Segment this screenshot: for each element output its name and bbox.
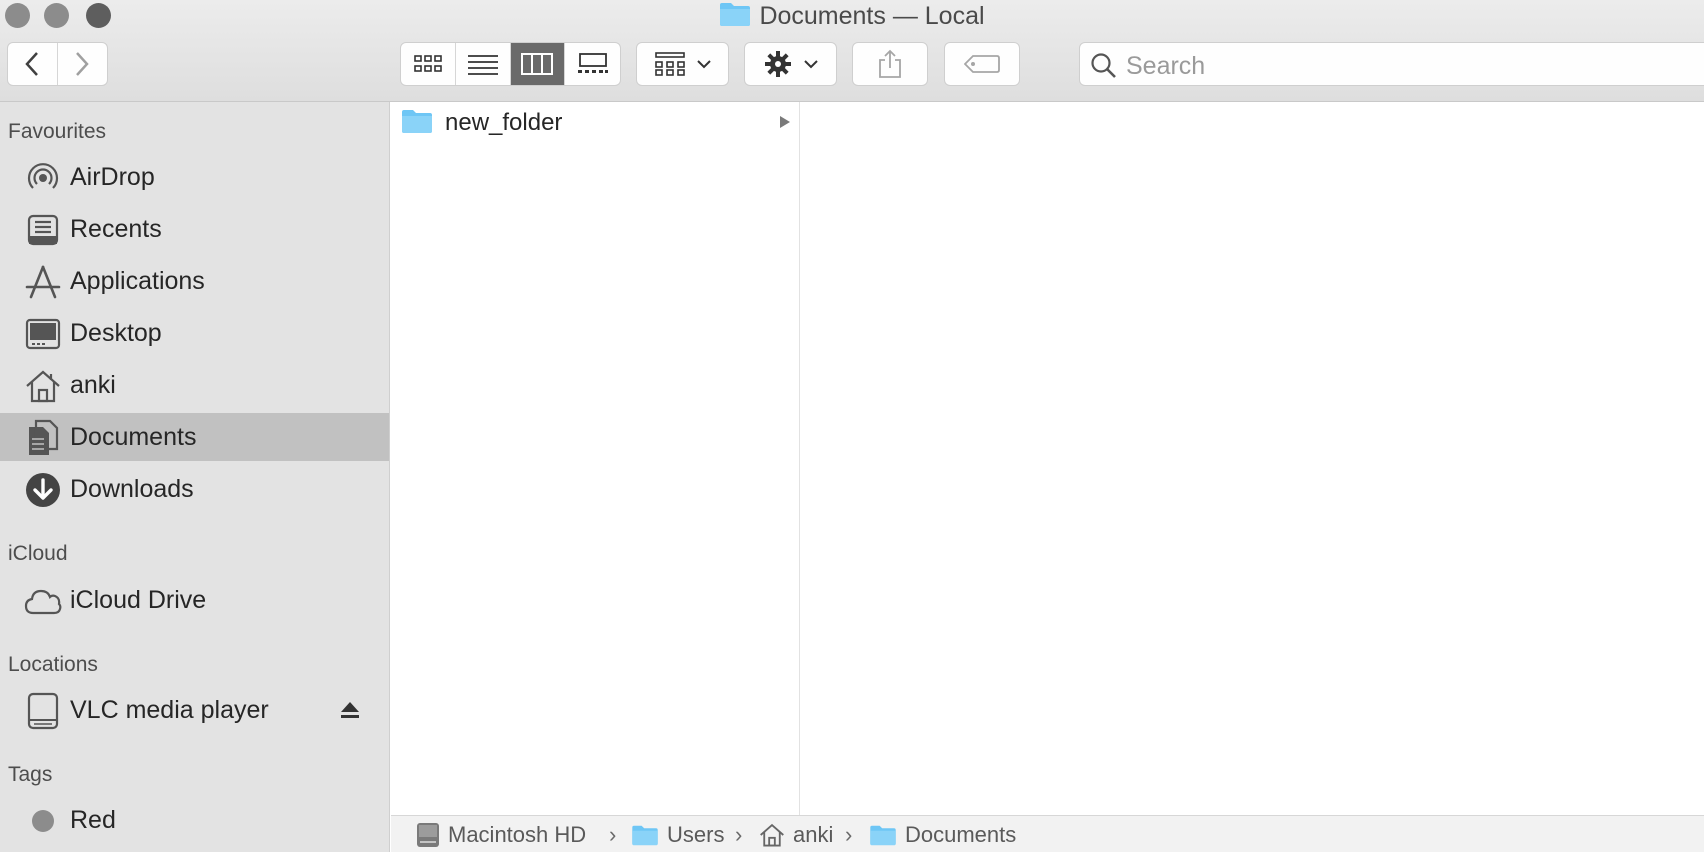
group-icon (654, 52, 685, 76)
columns-icon (521, 53, 554, 75)
path-item-documents[interactable]: Documents (869, 822, 1016, 848)
sidebar-item-label: iCloud Drive (70, 586, 207, 614)
list-item[interactable]: new_folder (401, 106, 791, 140)
column-view-button[interactable] (510, 43, 566, 85)
applications-icon (24, 265, 62, 299)
sidebar-item-label: anki (70, 371, 116, 399)
chevron-left-icon (25, 52, 39, 76)
folder-icon (719, 1, 751, 34)
sidebar-heading-favourites: Favourites (8, 120, 107, 143)
path-separator: › (609, 822, 617, 847)
eject-icon[interactable] (340, 700, 360, 725)
browser-column: new_folder (391, 102, 800, 815)
sidebar-item-recents[interactable]: Recents (0, 205, 389, 253)
sidebar-item-icloud-drive[interactable]: iCloud Drive (0, 576, 389, 624)
gallery-icon (577, 53, 608, 73)
list-view-button[interactable] (456, 43, 511, 85)
sidebar-item-label: VLC media player (70, 696, 269, 724)
home-icon (24, 369, 62, 403)
sidebar-heading-tags: Tags (8, 763, 53, 786)
sidebar-item-downloads[interactable]: Downloads (0, 465, 389, 513)
tag-icon (964, 55, 1000, 73)
sidebar-item-label: AirDrop (70, 163, 155, 191)
icon-view-button[interactable] (401, 43, 456, 85)
path-separator: › (845, 822, 853, 847)
sidebar-item-desktop[interactable]: Desktop (0, 309, 389, 357)
chevron-down-icon (803, 60, 818, 69)
folder-icon (870, 825, 896, 846)
sidebar-item-tag-red[interactable]: Red (0, 796, 389, 844)
folder-icon (632, 825, 658, 846)
path-item-macintosh-hd[interactable]: Macintosh HD (416, 822, 586, 848)
view-mode-control (400, 42, 621, 86)
chevron-right-icon (76, 52, 89, 76)
sidebar-item-airdrop[interactable]: AirDrop (0, 153, 389, 201)
cloud-icon (24, 584, 62, 618)
gallery-view-button[interactable] (565, 43, 620, 85)
sidebar-item-applications[interactable]: Applications (0, 257, 389, 305)
sidebar-item-label: Desktop (70, 319, 162, 347)
sidebar-heading-icloud: iCloud (8, 542, 68, 565)
grid-icon (414, 55, 442, 72)
search-icon (1091, 53, 1116, 78)
group-by-button[interactable] (636, 42, 729, 86)
share-icon (879, 49, 901, 78)
chevron-down-icon (696, 60, 711, 69)
sidebar-item-vlc-media-player[interactable]: VLC media player (0, 686, 389, 734)
sidebar-item-label: Documents (70, 423, 197, 451)
recents-icon (24, 213, 62, 247)
sidebar-item-anki[interactable]: anki (0, 361, 389, 409)
share-button[interactable] (852, 42, 928, 86)
window-title: Documents — Local (0, 1, 1704, 34)
sidebar-item-label: Recents (70, 215, 162, 243)
airdrop-icon (24, 161, 62, 195)
path-separator: › (735, 822, 743, 847)
back-button[interactable] (8, 43, 58, 85)
path-item-users[interactable]: Users (631, 822, 724, 848)
sidebar-item-label: Downloads (70, 475, 194, 503)
downloads-icon (24, 473, 62, 507)
search-placeholder: Search (1126, 52, 1206, 80)
documents-icon (24, 419, 62, 455)
action-menu-button[interactable] (744, 42, 837, 86)
folder-icon (401, 108, 433, 139)
desktop-icon (24, 317, 62, 351)
sidebar-item-documents[interactable]: Documents (0, 413, 389, 461)
nav-buttons (7, 42, 108, 86)
tags-button[interactable] (944, 42, 1020, 86)
tag-color-dot-icon (24, 804, 62, 838)
sidebar: Favourites AirDrop Recents Applications … (0, 102, 390, 852)
hard-drive-icon (417, 823, 439, 847)
path-item-anki[interactable]: anki (759, 822, 833, 848)
list-icon (467, 55, 498, 75)
window-toolbar: Documents — Local Search (0, 0, 1704, 102)
sidebar-item-label: Red (70, 806, 116, 834)
sidebar-item-label: Applications (70, 267, 205, 295)
folder-name: new_folder (445, 109, 563, 136)
path-bar: Macintosh HD › Users › anki › Documents (391, 815, 1704, 852)
home-icon (760, 823, 784, 847)
gear-icon (764, 51, 791, 77)
disk-icon (24, 692, 62, 730)
disclosure-arrow-icon (779, 115, 791, 134)
search-field[interactable]: Search (1079, 42, 1704, 86)
forward-button[interactable] (58, 43, 108, 85)
sidebar-heading-locations: Locations (8, 653, 98, 676)
